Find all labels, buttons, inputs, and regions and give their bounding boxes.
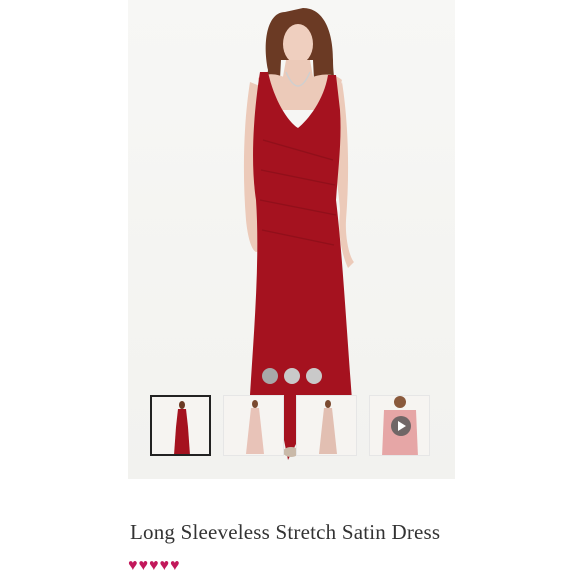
thumbnail-blush-dress-back[interactable]: [296, 395, 357, 456]
thumbnail-red-dress[interactable]: [150, 395, 211, 456]
heart-icon: ♥: [138, 557, 149, 574]
thumbnail-video[interactable]: [369, 395, 430, 456]
carousel-dots: [262, 368, 322, 384]
product-title: Long Sleeveless Stretch Satin Dress: [130, 520, 441, 544]
heart-icon: ♥: [159, 557, 170, 574]
thumbnail-blush-dress-front[interactable]: [223, 395, 284, 456]
carousel-dot[interactable]: [284, 368, 300, 384]
thumbnail-strip: [150, 395, 430, 456]
play-icon[interactable]: [391, 416, 411, 436]
heart-icon: ♥: [170, 557, 180, 574]
rating-hearts: ♥ ♥ ♥ ♥ ♥: [128, 558, 180, 574]
heart-icon: ♥: [128, 557, 138, 574]
carousel-dot[interactable]: [262, 368, 278, 384]
heart-icon: ♥: [149, 557, 159, 574]
carousel-dot[interactable]: [306, 368, 322, 384]
